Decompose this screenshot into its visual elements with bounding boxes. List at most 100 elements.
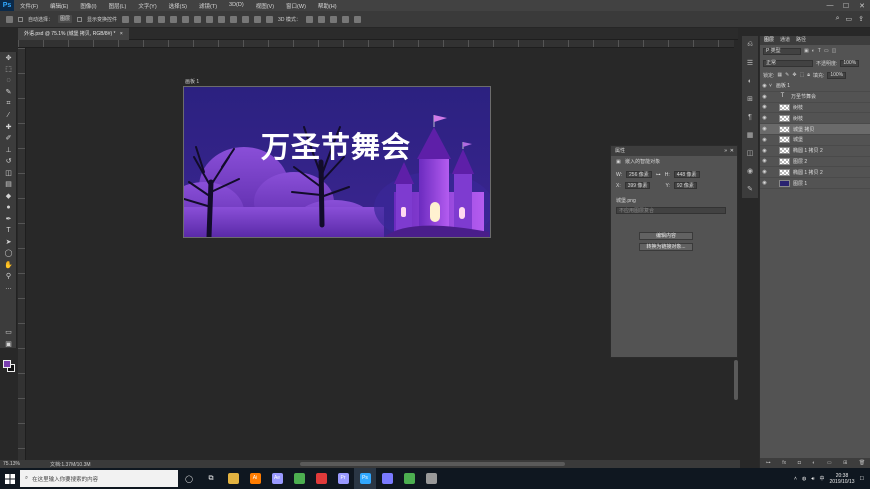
move-tool-icon[interactable]: ✥ — [0, 52, 17, 64]
layer-row[interactable]: ◉ 图层 2 — [760, 157, 870, 168]
menu-item[interactable]: 3D(D) — [223, 2, 250, 10]
blend-mode-dropdown[interactable]: 正常 — [763, 59, 813, 67]
windows-start-button[interactable] — [0, 468, 20, 489]
taskbar-app-illustrator[interactable]: Ai — [244, 468, 266, 489]
add-mask-icon[interactable]: ◘ — [798, 460, 801, 466]
volume-icon[interactable]: 🔊︎ — [811, 476, 814, 482]
task-view-icon[interactable]: ⧉ — [200, 468, 222, 489]
gradient-tool-icon[interactable]: ▤ — [0, 179, 17, 191]
properties-panel-icon[interactable]: ☰ — [742, 54, 758, 72]
slide-3d-icon[interactable] — [341, 15, 349, 23]
distribute-left-icon[interactable] — [230, 15, 238, 23]
visibility-eye-icon[interactable]: ◉ — [760, 180, 769, 186]
tab-layers[interactable]: 图层 — [764, 36, 774, 45]
show-transform-checkbox[interactable] — [77, 16, 83, 22]
taskbar-app-explorer[interactable] — [222, 468, 244, 489]
filter-smart-icon[interactable]: ◫ — [832, 48, 837, 54]
menu-item[interactable]: 文件(F) — [14, 2, 44, 10]
menu-item[interactable]: 图层(L) — [103, 2, 133, 10]
artboard[interactable]: 万圣节舞会 — [183, 86, 491, 238]
adjustment-layer-icon[interactable]: ◐ — [812, 460, 815, 466]
vertical-scrollbar[interactable] — [734, 360, 738, 400]
align-center-icon[interactable] — [170, 15, 178, 23]
link-icon[interactable]: ⊶ — [656, 172, 661, 178]
taskbar-app-chrome[interactable] — [288, 468, 310, 489]
brush-tool-icon[interactable]: ✐ — [0, 133, 17, 145]
quick-mask-icon[interactable]: ▭ — [0, 326, 17, 338]
layer-style-icon[interactable]: fx — [782, 460, 786, 466]
hand-tool-icon[interactable]: ✋ — [0, 259, 17, 271]
y-field[interactable]: 92 像素 — [673, 182, 697, 189]
move-tool-icon[interactable] — [6, 15, 13, 23]
layer-row[interactable]: ◉ 树枝 — [760, 113, 870, 125]
layer-row[interactable]: ◉ 图层 1 — [760, 178, 870, 189]
taskbar-app-photoshop[interactable]: Ps — [354, 468, 376, 489]
visibility-eye-icon[interactable]: ◉ — [760, 169, 769, 175]
layer-filter-dropdown[interactable]: P 类型 — [763, 47, 801, 55]
layer-row[interactable]: ◉ 城堡 — [760, 135, 870, 146]
workspace-icon[interactable]: ▭ — [846, 15, 853, 23]
eyedropper-tool-icon[interactable]: ⁄ — [0, 110, 17, 122]
menu-item[interactable]: 帮助(H) — [312, 2, 343, 10]
eraser-tool-icon[interactable]: ◫ — [0, 167, 17, 179]
search-icon[interactable]: ⌕ — [836, 15, 840, 23]
network-icon[interactable]: ◍ — [802, 476, 806, 482]
healing-brush-tool-icon[interactable]: ✚ — [0, 121, 17, 133]
minimize-button[interactable]: — — [822, 2, 838, 10]
ellipse-tool-icon[interactable]: ◯ — [0, 248, 17, 260]
visibility-eye-icon[interactable]: ◉ — [760, 126, 769, 132]
taskbar-app-app-red[interactable] — [310, 468, 332, 489]
libraries-panel-icon[interactable]: ⊞ — [742, 90, 758, 108]
crop-tool-icon[interactable]: ⌗ — [0, 98, 17, 110]
visibility-eye-icon[interactable]: ◉ — [760, 83, 769, 89]
menu-item[interactable]: 视图(V) — [250, 2, 280, 10]
taskbar-app-after-effects[interactable]: Ae — [266, 468, 288, 489]
fill-field[interactable]: 100% — [827, 71, 847, 79]
path-select-tool-icon[interactable]: ➤ — [0, 236, 17, 248]
more-tools-icon[interactable]: … — [0, 282, 17, 294]
notification-icon[interactable]: ☐ — [860, 476, 864, 482]
adjustments-panel-icon[interactable]: ◐ — [742, 72, 758, 90]
color-swatches[interactable] — [3, 360, 15, 373]
close-icon[interactable]: ✕ — [730, 146, 734, 156]
scale-3d-icon[interactable] — [353, 15, 361, 23]
clone-stamp-tool-icon[interactable]: ⊥ — [0, 144, 17, 156]
height-field[interactable]: 448 像素 — [673, 171, 700, 178]
menu-item[interactable]: 图像(I) — [74, 2, 102, 10]
opacity-field[interactable]: 100% — [840, 59, 860, 67]
visibility-eye-icon[interactable]: ◉ — [760, 158, 769, 164]
horizontal-scrollbar[interactable] — [300, 462, 565, 466]
blur-tool-icon[interactable]: ◆ — [0, 190, 17, 202]
artboard-label[interactable]: 画板 1 — [185, 78, 199, 85]
menu-item[interactable]: 选择(S) — [163, 2, 193, 10]
taskbar-app-app-circle[interactable] — [376, 468, 398, 489]
distribute-bottom-icon[interactable] — [218, 15, 226, 23]
swatches-panel-icon[interactable]: ▦ — [742, 126, 758, 144]
distribute-middle-icon[interactable] — [206, 15, 214, 23]
layer-comp-dropdown[interactable]: 不应用图层复合 — [616, 207, 726, 214]
lasso-tool-icon[interactable]: ◌ — [0, 75, 17, 87]
lock-image-icon[interactable]: ✎ — [785, 72, 789, 78]
link-layers-icon[interactable]: ⊶ — [766, 460, 771, 466]
lock-position-icon[interactable]: ✥ — [792, 72, 796, 78]
x-field[interactable]: 399 像素 — [624, 182, 651, 189]
align-left-icon[interactable] — [158, 15, 166, 23]
visibility-eye-icon[interactable]: ◉ — [760, 94, 769, 100]
close-tab-icon[interactable]: × — [120, 31, 123, 37]
auto-align-icon[interactable] — [266, 15, 274, 23]
close-button[interactable]: ✕ — [854, 2, 870, 10]
horizontal-ruler[interactable] — [18, 40, 734, 48]
menu-item[interactable]: 编辑(E) — [44, 2, 74, 10]
filter-type-icon[interactable]: T — [818, 48, 821, 54]
tab-channels[interactable]: 通道 — [780, 36, 790, 45]
share-icon[interactable]: ⇪ — [858, 15, 864, 23]
tab-paths[interactable]: 路径 — [796, 36, 806, 45]
taskbar-app-chrome-2[interactable] — [398, 468, 420, 489]
input-method-icon[interactable]: 中 — [819, 475, 824, 482]
zoom-tool-icon[interactable]: ⚲ — [0, 271, 17, 283]
layer-row[interactable]: ◉ T 万圣节舞会 — [760, 92, 870, 103]
layer-row[interactable]: ◉ 树枝 — [760, 103, 870, 114]
lock-artboard-icon[interactable]: ⬚ — [800, 72, 805, 78]
lock-transparent-icon[interactable]: ▦ — [777, 72, 782, 78]
pan-3d-icon[interactable] — [329, 15, 337, 23]
